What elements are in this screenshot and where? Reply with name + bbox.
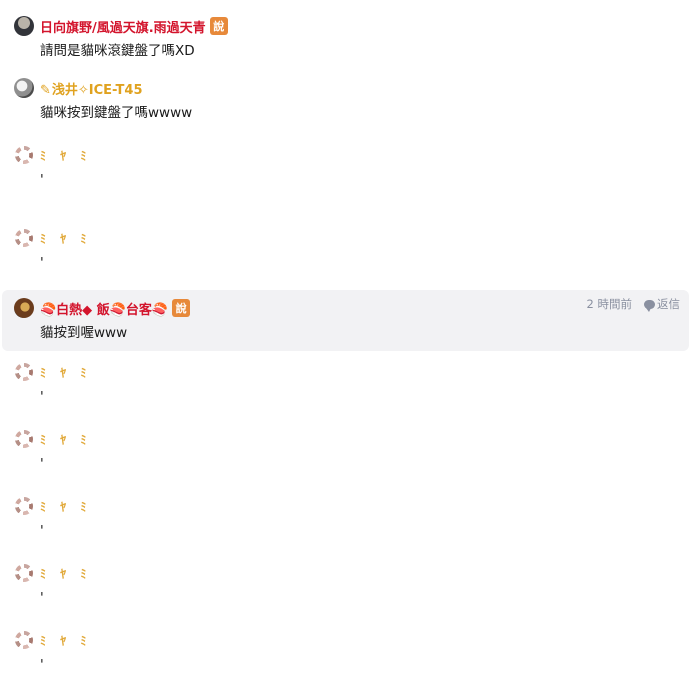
author-name[interactable]: ✎浅井✧ICE-T45 bbox=[40, 79, 143, 98]
avatar[interactable] bbox=[14, 630, 34, 650]
comment-text: ' bbox=[40, 590, 44, 606]
comment-item: ﾐ ﾔ ﾐ ' bbox=[0, 351, 691, 406]
ring-icon bbox=[15, 564, 33, 582]
comment-item: ﾐ ﾔ ﾐ ' bbox=[0, 122, 691, 189]
comment-text: ' bbox=[40, 523, 44, 539]
timestamp: 2 時間前 bbox=[586, 297, 632, 311]
avatar[interactable] bbox=[14, 78, 34, 98]
comment-header: 🍣白熱◆ 飯🍣台客🍣 說 bbox=[14, 296, 681, 320]
comment-item: ﾐ ﾔ ﾐ ' bbox=[0, 540, 691, 607]
author-name[interactable]: ﾐ ﾔ ﾐ bbox=[40, 230, 91, 247]
avatar[interactable] bbox=[14, 362, 34, 382]
comment-text: ' bbox=[40, 389, 44, 405]
comment-text: ' bbox=[40, 456, 44, 472]
comment-thread: 日向旗野/風過天旗.雨過天青 說 請問是貓咪滾鍵盤了嗎XD ✎浅井✧ICE-T4… bbox=[0, 0, 691, 674]
comment-item: ﾐ ﾔ ﾐ ' bbox=[0, 406, 691, 473]
comment-header: ﾐ ﾔ ﾐ bbox=[14, 628, 683, 652]
comment-header: ﾐ ﾔ ﾐ bbox=[14, 494, 683, 518]
comment-item-highlighted: 🍣白熱◆ 飯🍣台客🍣 說 貓按到喔www 2 時間前 返信 bbox=[2, 290, 689, 351]
author-name[interactable]: ﾐ ﾔ ﾐ bbox=[40, 565, 91, 582]
comment-header: ﾐ ﾔ ﾐ bbox=[14, 427, 683, 451]
comment-text: ' bbox=[40, 657, 44, 673]
comment-header: 日向旗野/風過天旗.雨過天青 說 bbox=[14, 14, 683, 38]
author-name-text: 浅井✧ICE-T45 bbox=[51, 82, 143, 98]
ring-icon bbox=[15, 430, 33, 448]
avatar[interactable] bbox=[14, 298, 34, 318]
comment-text: ' bbox=[40, 172, 44, 188]
reply-button[interactable]: 返信 bbox=[644, 296, 680, 312]
author-name[interactable]: 日向旗野/風過天旗.雨過天青 bbox=[40, 17, 206, 36]
reply-label: 返信 bbox=[657, 297, 680, 311]
comment-header: ﾐ ﾔ ﾐ bbox=[14, 143, 683, 167]
author-name[interactable]: 🍣白熱◆ 飯🍣台客🍣 bbox=[40, 299, 168, 318]
author-name[interactable]: ﾐ ﾔ ﾐ bbox=[40, 431, 91, 448]
pencil-icon: ✎ bbox=[40, 82, 51, 98]
ring-icon bbox=[15, 631, 33, 649]
badge-icon: 說 bbox=[209, 17, 228, 35]
comment-item: ✎浅井✧ICE-T45 貓咪按到鍵盤了嗎wwww bbox=[0, 60, 691, 122]
comment-text: 請問是貓咪滾鍵盤了嗎XD bbox=[40, 43, 195, 59]
comment-header: ﾐ ﾔ ﾐ bbox=[14, 226, 683, 250]
ring-icon bbox=[15, 497, 33, 515]
comment-text: 貓咪按到鍵盤了嗎wwww bbox=[40, 105, 193, 121]
comment-text: 貓按到喔www bbox=[40, 325, 128, 341]
comment-header: ﾐ ﾔ ﾐ bbox=[14, 360, 683, 384]
speech-bubble-icon bbox=[644, 299, 655, 312]
author-name[interactable]: ﾐ ﾔ ﾐ bbox=[40, 364, 91, 381]
comment-header: ﾐ ﾔ ﾐ bbox=[14, 561, 683, 585]
ring-icon bbox=[15, 363, 33, 381]
avatar[interactable] bbox=[14, 228, 34, 248]
author-name[interactable]: ﾐ ﾔ ﾐ bbox=[40, 632, 91, 649]
avatar[interactable] bbox=[14, 145, 34, 165]
avatar[interactable] bbox=[14, 496, 34, 516]
author-name[interactable]: ﾐ ﾔ ﾐ bbox=[40, 498, 91, 515]
comment-item: 日向旗野/風過天旗.雨過天青 說 請問是貓咪滾鍵盤了嗎XD bbox=[0, 0, 691, 60]
ring-icon bbox=[15, 146, 33, 164]
comment-text: ' bbox=[40, 255, 44, 271]
avatar[interactable] bbox=[14, 429, 34, 449]
author-name[interactable]: ﾐ ﾔ ﾐ bbox=[40, 147, 91, 164]
comment-header: ✎浅井✧ICE-T45 bbox=[14, 76, 683, 100]
ring-icon bbox=[15, 229, 33, 247]
avatar[interactable] bbox=[14, 16, 34, 36]
avatar[interactable] bbox=[14, 563, 34, 583]
badge-icon: 說 bbox=[172, 299, 191, 317]
comment-item: ﾐ ﾔ ﾐ ' bbox=[0, 473, 691, 540]
comment-meta: 2 時間前 返信 bbox=[587, 296, 680, 312]
comment-item: ﾐ ﾔ ﾐ ' bbox=[0, 607, 691, 674]
comment-item: ﾐ ﾔ ﾐ ' bbox=[0, 189, 691, 272]
